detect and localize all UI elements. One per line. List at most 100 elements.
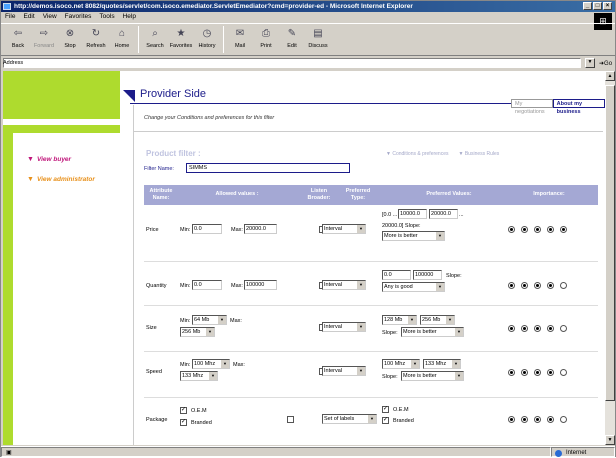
package-pref-branded-checkbox[interactable]: ✓	[382, 417, 389, 424]
quantity-pref-a-input[interactable]: 0.0	[382, 270, 411, 280]
importance-radio[interactable]	[534, 325, 541, 332]
size-type-select[interactable]: Interval	[322, 322, 366, 332]
business-rules-link[interactable]: ▼ Business Rules	[459, 151, 500, 157]
importance-radio[interactable]	[534, 416, 541, 423]
scroll-down-button[interactable]: ▼	[605, 435, 615, 445]
menu-view[interactable]: View	[43, 12, 57, 22]
header-preferred-type: Preferred Type:	[345, 188, 371, 201]
go-button[interactable]: ➜Go	[599, 60, 615, 67]
price-type-select[interactable]: Interval	[322, 224, 366, 234]
conditions-link[interactable]: ▼ Conditions & preferences	[386, 151, 449, 157]
importance-radio[interactable]	[521, 226, 528, 233]
attribute-name: Speed	[146, 369, 162, 375]
tab-bar: My negotiations About my business	[511, 99, 605, 115]
importance-radio[interactable]	[547, 226, 554, 233]
menu-edit[interactable]: Edit	[23, 12, 34, 22]
menu-favorites[interactable]: Favorites	[65, 12, 92, 22]
speed-pref-b-select[interactable]: 133 Mhz	[423, 359, 461, 369]
scroll-up-button[interactable]: ▲	[605, 71, 615, 81]
importance-radio[interactable]	[521, 282, 528, 289]
tab-my-negotiations[interactable]: My negotiations	[511, 99, 553, 115]
package-type-select[interactable]: Set of labels	[322, 414, 377, 424]
scroll-thumb[interactable]	[605, 85, 615, 401]
address-input[interactable]	[3, 58, 581, 68]
importance-radio[interactable]	[547, 369, 554, 376]
package-branded-checkbox[interactable]: ✓	[180, 419, 187, 426]
quantity-max-input[interactable]: 100000	[244, 280, 277, 290]
tab-about-my-business[interactable]: About my business	[552, 99, 605, 115]
importance-radio[interactable]	[547, 325, 554, 332]
speed-max-select[interactable]: 133 Mhz	[180, 371, 218, 381]
price-pref-a-input[interactable]: 10000.0	[398, 209, 427, 219]
quantity-min-input[interactable]: 0.0	[192, 280, 222, 290]
print-button[interactable]: ⎙ Print	[253, 24, 279, 55]
speed-preference-select[interactable]: More is better	[401, 371, 464, 381]
toolbar: ⇦ Back ⇨ Forward ⊗ Stop ↻ Refresh ⌂ Home ⌕ Sea…	[1, 23, 615, 56]
size-preference-select[interactable]: More is better	[401, 327, 464, 337]
importance-radio[interactable]	[560, 325, 567, 332]
speed-min-select[interactable]: 100 Mhz	[192, 359, 230, 369]
quantity-preference-select[interactable]: Any is good	[382, 282, 445, 292]
importance-radio[interactable]	[547, 416, 554, 423]
filter-name-input[interactable]: SIMMS	[186, 163, 350, 173]
minimize-button[interactable]: _	[583, 2, 592, 10]
size-min-select[interactable]: 64 Mb	[192, 315, 227, 325]
back-button[interactable]: ⇦ Back	[5, 24, 31, 55]
importance-radio[interactable]	[534, 369, 541, 376]
view-administrator-link[interactable]: ▼ View administrator	[27, 176, 95, 183]
quantity-pref-b-input[interactable]: 100000	[413, 270, 442, 280]
price-max-input[interactable]: 20000.0	[244, 224, 277, 234]
importance-radio[interactable]	[521, 416, 528, 423]
favorites-button[interactable]: ★ Favorites	[168, 24, 194, 55]
importance-radio[interactable]	[508, 282, 515, 289]
mail-button[interactable]: ✉ Mail	[227, 24, 253, 55]
package-listen-checkbox[interactable]	[287, 416, 294, 423]
size-pref-a-select[interactable]: 128 Mb	[382, 315, 417, 325]
importance-radio[interactable]	[508, 325, 515, 332]
address-dropdown[interactable]: ▼	[585, 58, 595, 68]
quantity-type-select[interactable]: Interval	[322, 280, 366, 290]
importance-radio[interactable]	[508, 226, 515, 233]
importance-radio[interactable]	[534, 282, 541, 289]
price-pref-b-input[interactable]: 20000.0	[429, 209, 458, 219]
home-button[interactable]: ⌂ Home	[109, 24, 135, 55]
forward-button[interactable]: ⇨ Forward	[31, 24, 57, 55]
price-min-input[interactable]: 0.0	[192, 224, 222, 234]
refresh-button[interactable]: ↻ Refresh	[83, 24, 109, 55]
importance-radio[interactable]	[560, 369, 567, 376]
importance-radio[interactable]	[508, 416, 515, 423]
price-preference-select[interactable]: More is better	[382, 231, 445, 241]
menu-file[interactable]: File	[5, 12, 15, 22]
importance-radio[interactable]	[560, 282, 567, 289]
attribute-name: Package	[146, 417, 168, 423]
maximize-button[interactable]: □	[593, 2, 602, 10]
size-max-select[interactable]: 256 Mb	[180, 327, 215, 337]
menu-tools[interactable]: Tools	[99, 12, 114, 22]
size-importance-radios	[508, 325, 567, 332]
view-buyer-link[interactable]: ▼ View buyer	[27, 156, 71, 163]
menu-help[interactable]: Help	[123, 12, 136, 22]
address-label: Address	[3, 60, 24, 66]
speed-type-select[interactable]: Interval	[322, 366, 366, 376]
importance-radio[interactable]	[547, 282, 554, 289]
page-title: Provider Side	[140, 88, 207, 100]
package-pref-oem-checkbox[interactable]: ✓	[382, 406, 389, 413]
edit-button[interactable]: ✎ Edit	[279, 24, 305, 55]
importance-radio[interactable]	[534, 226, 541, 233]
history-button[interactable]: ◷ History	[194, 24, 220, 55]
row-divider	[144, 305, 598, 306]
speed-pref-a-select[interactable]: 100 Mhz	[382, 359, 420, 369]
max-label: Max:	[233, 362, 245, 368]
vertical-scrollbar[interactable]: ▲ ▼	[605, 71, 615, 445]
size-pref-b-select[interactable]: 256 Mb	[420, 315, 455, 325]
importance-radio[interactable]	[560, 226, 567, 233]
package-oem-checkbox[interactable]: ✓	[180, 407, 187, 414]
importance-radio[interactable]	[521, 369, 528, 376]
search-button[interactable]: ⌕ Search	[142, 24, 168, 55]
importance-radio[interactable]	[560, 416, 567, 423]
stop-button[interactable]: ⊗ Stop	[57, 24, 83, 55]
importance-radio[interactable]	[521, 325, 528, 332]
discuss-button[interactable]: ▤ Discuss	[305, 24, 331, 55]
close-button[interactable]: ×	[603, 2, 612, 10]
importance-radio[interactable]	[508, 369, 515, 376]
